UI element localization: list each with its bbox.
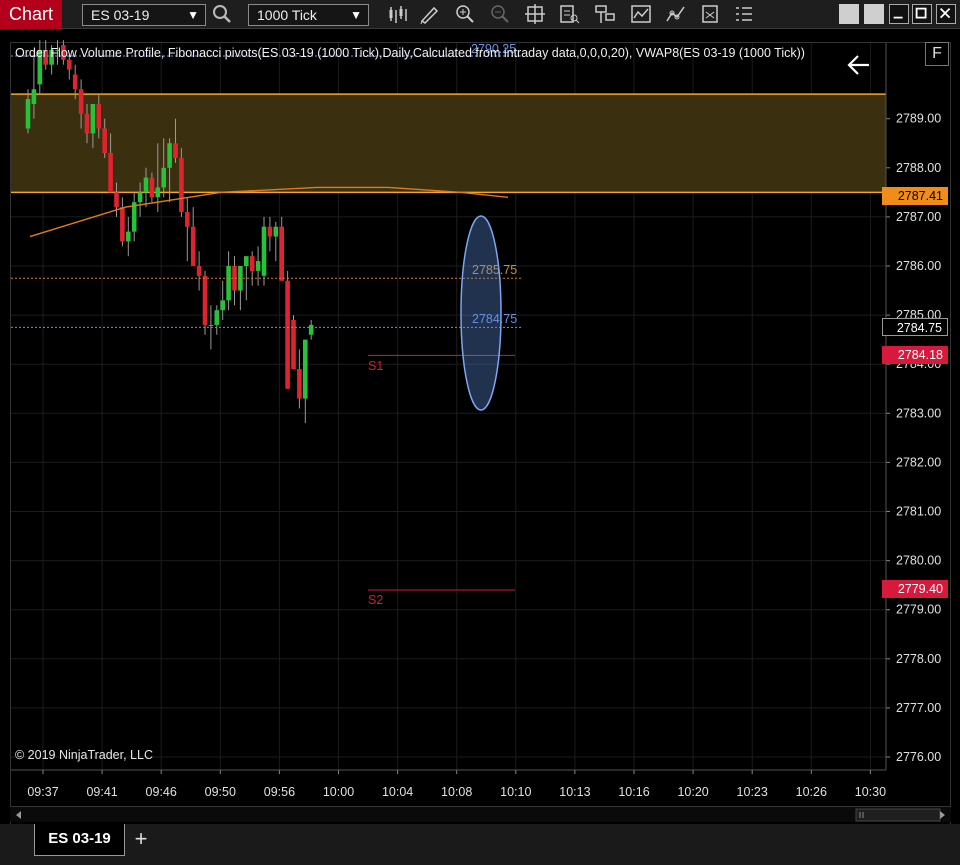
candle-body xyxy=(96,103,102,129)
x-tick-label: 09:41 xyxy=(86,785,117,799)
arrow-left-icon[interactable] xyxy=(847,55,869,75)
y-tick-label: 2776.00 xyxy=(896,750,941,764)
indicator-legend: Order Flow Volume Profile, Fibonacci piv… xyxy=(15,46,805,60)
y-tick-label: 2779.00 xyxy=(896,603,941,617)
x-tick-label: 09:37 xyxy=(27,785,58,799)
candle-body xyxy=(208,324,214,326)
x-tick-label: 10:04 xyxy=(382,785,413,799)
y-tick-label: 2780.00 xyxy=(896,554,941,568)
y-tick-label: 2786.00 xyxy=(896,259,941,273)
candle-body xyxy=(114,192,119,208)
candle-body xyxy=(78,89,84,114)
price-tag-resistance: 2787.41 xyxy=(882,187,948,205)
candle-body xyxy=(179,157,184,212)
candle-body xyxy=(226,266,231,301)
candle-body xyxy=(72,74,78,90)
candle-body xyxy=(173,143,178,158)
y-tick-label: 2789.00 xyxy=(896,112,941,126)
price-chart[interactable]: 2790.252785.752784.75S1S2 2776.002777.00… xyxy=(0,0,960,830)
x-tick-label: 10:30 xyxy=(855,785,886,799)
x-tick-label: 10:23 xyxy=(737,785,768,799)
candle-body xyxy=(244,256,249,266)
x-tick-label: 10:08 xyxy=(441,785,472,799)
y-tick-label: 2787.00 xyxy=(896,210,941,224)
candle-body xyxy=(308,324,314,335)
candle-body xyxy=(90,103,96,134)
candle-body xyxy=(220,300,225,311)
price-tag-last: 2784.75 xyxy=(882,318,948,336)
add-tab-button[interactable]: + xyxy=(130,826,152,852)
candle-body xyxy=(137,192,143,203)
candle-body xyxy=(255,261,261,271)
candle-body xyxy=(102,128,107,154)
candle-body xyxy=(303,339,308,399)
candle-body xyxy=(149,177,155,198)
candle-body xyxy=(249,256,255,271)
y-tick-label: 2788.00 xyxy=(896,161,941,175)
s1-label: S1 xyxy=(368,359,383,373)
x-tick-label: 10:26 xyxy=(796,785,827,799)
x-tick-label: 10:13 xyxy=(559,785,590,799)
format-button[interactable]: F xyxy=(925,42,949,66)
candle-body xyxy=(155,187,161,198)
x-tick-label: 09:50 xyxy=(205,785,236,799)
s2-label: S2 xyxy=(368,593,383,607)
candle-body xyxy=(196,266,202,276)
candle-body xyxy=(202,275,208,325)
candle-body xyxy=(25,99,31,129)
candle-body xyxy=(126,231,131,242)
candle-body xyxy=(273,226,279,237)
candle-body xyxy=(67,59,72,70)
candle-body xyxy=(108,153,113,193)
candle-body xyxy=(161,167,166,188)
y-tick-label: 2777.00 xyxy=(896,701,941,715)
candle-body xyxy=(297,369,302,399)
candle-body xyxy=(279,226,284,281)
candle-body xyxy=(84,113,90,134)
x-tick-label: 09:46 xyxy=(146,785,177,799)
y-tick-label: 2781.00 xyxy=(896,505,941,519)
candle-body xyxy=(167,143,172,168)
pivot-zone xyxy=(11,94,886,193)
x-tick-label: 09:56 xyxy=(264,785,295,799)
candle-body xyxy=(285,280,290,389)
highlight-ellipse xyxy=(460,215,502,411)
price-tag-s2: 2779.40 xyxy=(882,580,948,598)
candle-body xyxy=(120,207,125,242)
candle-body xyxy=(31,89,37,104)
candle-body xyxy=(185,211,190,227)
candle-body xyxy=(267,226,273,237)
tab-es-03-19[interactable]: ES 03-19 xyxy=(34,824,125,856)
y-tick-label: 2782.00 xyxy=(896,455,941,469)
copyright-text: © 2019 NinjaTrader, LLC xyxy=(15,748,153,762)
y-tick-label: 2778.00 xyxy=(896,652,941,666)
y-tick-label: 2783.00 xyxy=(896,406,941,420)
horizontal-scrollbar[interactable] xyxy=(10,806,951,822)
x-tick-label: 10:10 xyxy=(500,785,531,799)
candle-body xyxy=(261,226,267,276)
candle-body xyxy=(190,226,196,266)
x-tick-label: 10:00 xyxy=(323,785,354,799)
x-tick-label: 10:16 xyxy=(618,785,649,799)
candle-body xyxy=(143,177,149,193)
x-tick-label: 10:20 xyxy=(677,785,708,799)
price-tag-s1: 2784.18 xyxy=(882,346,948,364)
candle-body xyxy=(214,310,220,325)
